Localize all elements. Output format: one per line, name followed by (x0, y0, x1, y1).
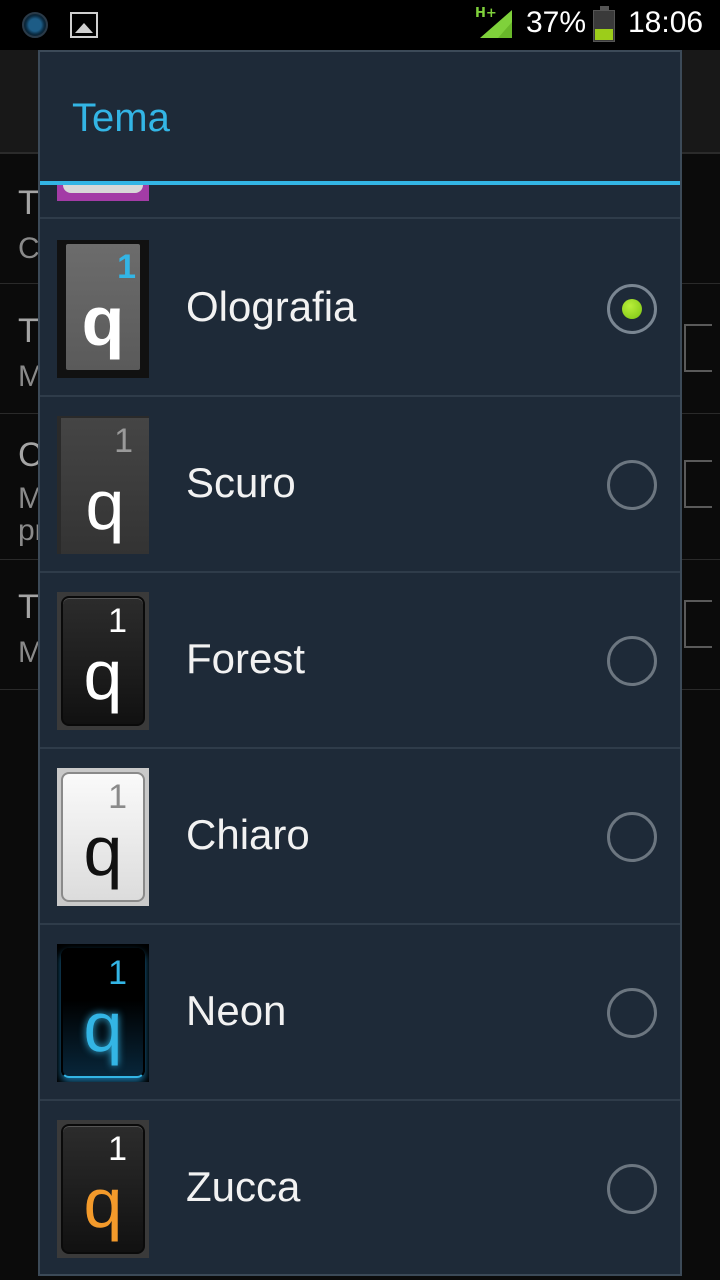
image-icon (70, 12, 98, 38)
theme-preview-thumbnail: 1 q (57, 768, 149, 906)
key-preview: 1 q (61, 596, 145, 726)
theme-preview-thumbnail: 1 q (57, 944, 149, 1082)
battery-icon (593, 6, 615, 42)
theme-item-zucca[interactable]: 1 q Zucca (40, 1101, 680, 1274)
theme-preview-thumbnail (57, 185, 149, 201)
key-preview: 1 q (61, 418, 149, 554)
key-preview: 1 q (61, 948, 145, 1078)
radio-button[interactable] (607, 988, 657, 1038)
radio-button[interactable] (607, 636, 657, 686)
key-letter: q (85, 466, 125, 544)
theme-preview-thumbnail: 1 q (57, 240, 149, 378)
radio-button[interactable] (607, 812, 657, 862)
theme-label: Scuro (186, 459, 296, 506)
theme-item-scuro[interactable]: 1 q Scuro (40, 397, 680, 573)
theme-label: Zucca (186, 1163, 301, 1210)
key-letter: q (83, 1164, 123, 1242)
theme-preview-thumbnail: 1 q (57, 1120, 149, 1258)
key-preview: 1 q (66, 244, 140, 370)
key-preview: 1 q (61, 1124, 145, 1254)
theme-label: Neon (186, 987, 287, 1034)
theme-label: Chiaro (186, 811, 310, 858)
row-summary: C (18, 232, 40, 265)
key-letter: q (83, 988, 123, 1066)
checkbox[interactable] (684, 324, 712, 372)
theme-item-chiaro[interactable]: 1 q Chiaro (40, 749, 680, 925)
theme-item-partial[interactable] (40, 185, 680, 219)
theme-dialog: Tema 1 q Olografia 1 q Scuro 1 q Forest … (38, 50, 682, 1276)
theme-list[interactable]: 1 q Olografia 1 q Scuro 1 q Forest 1 q C… (40, 185, 680, 1274)
row-title: T (18, 588, 39, 626)
theme-preview-thumbnail: 1 q (57, 592, 149, 730)
key-preview: 1 q (61, 772, 145, 902)
radio-button-selected[interactable] (607, 284, 657, 334)
row-title: T (18, 184, 39, 222)
theme-preview-thumbnail: 1 q (57, 416, 149, 554)
key-letter: q (81, 282, 125, 360)
key-number: 1 (114, 422, 133, 460)
radio-button[interactable] (607, 460, 657, 510)
battery-level-fill (595, 28, 613, 40)
theme-label: Olografia (186, 283, 357, 330)
radio-checked-dot (622, 299, 642, 319)
checkbox[interactable] (684, 600, 712, 648)
signal-icon (480, 10, 512, 38)
theme-label: Forest (186, 635, 306, 682)
battery-percent: 37% (526, 6, 587, 39)
theme-item-forest[interactable]: 1 q Forest (40, 573, 680, 749)
key-letter: q (83, 812, 123, 890)
checkbox[interactable] (684, 460, 712, 508)
clock: 18:06 (628, 6, 704, 39)
radio-button[interactable] (607, 1164, 657, 1214)
dialog-title: Tema (72, 96, 170, 140)
theme-item-neon[interactable]: 1 q Neon (40, 925, 680, 1101)
key-letter: q (83, 636, 123, 714)
row-title: T (18, 312, 39, 350)
theme-item-olografia[interactable]: 1 q Olografia (40, 221, 680, 397)
status-bar: H+ 37% 18:06 (0, 0, 720, 50)
notification-circle-icon (22, 12, 48, 38)
